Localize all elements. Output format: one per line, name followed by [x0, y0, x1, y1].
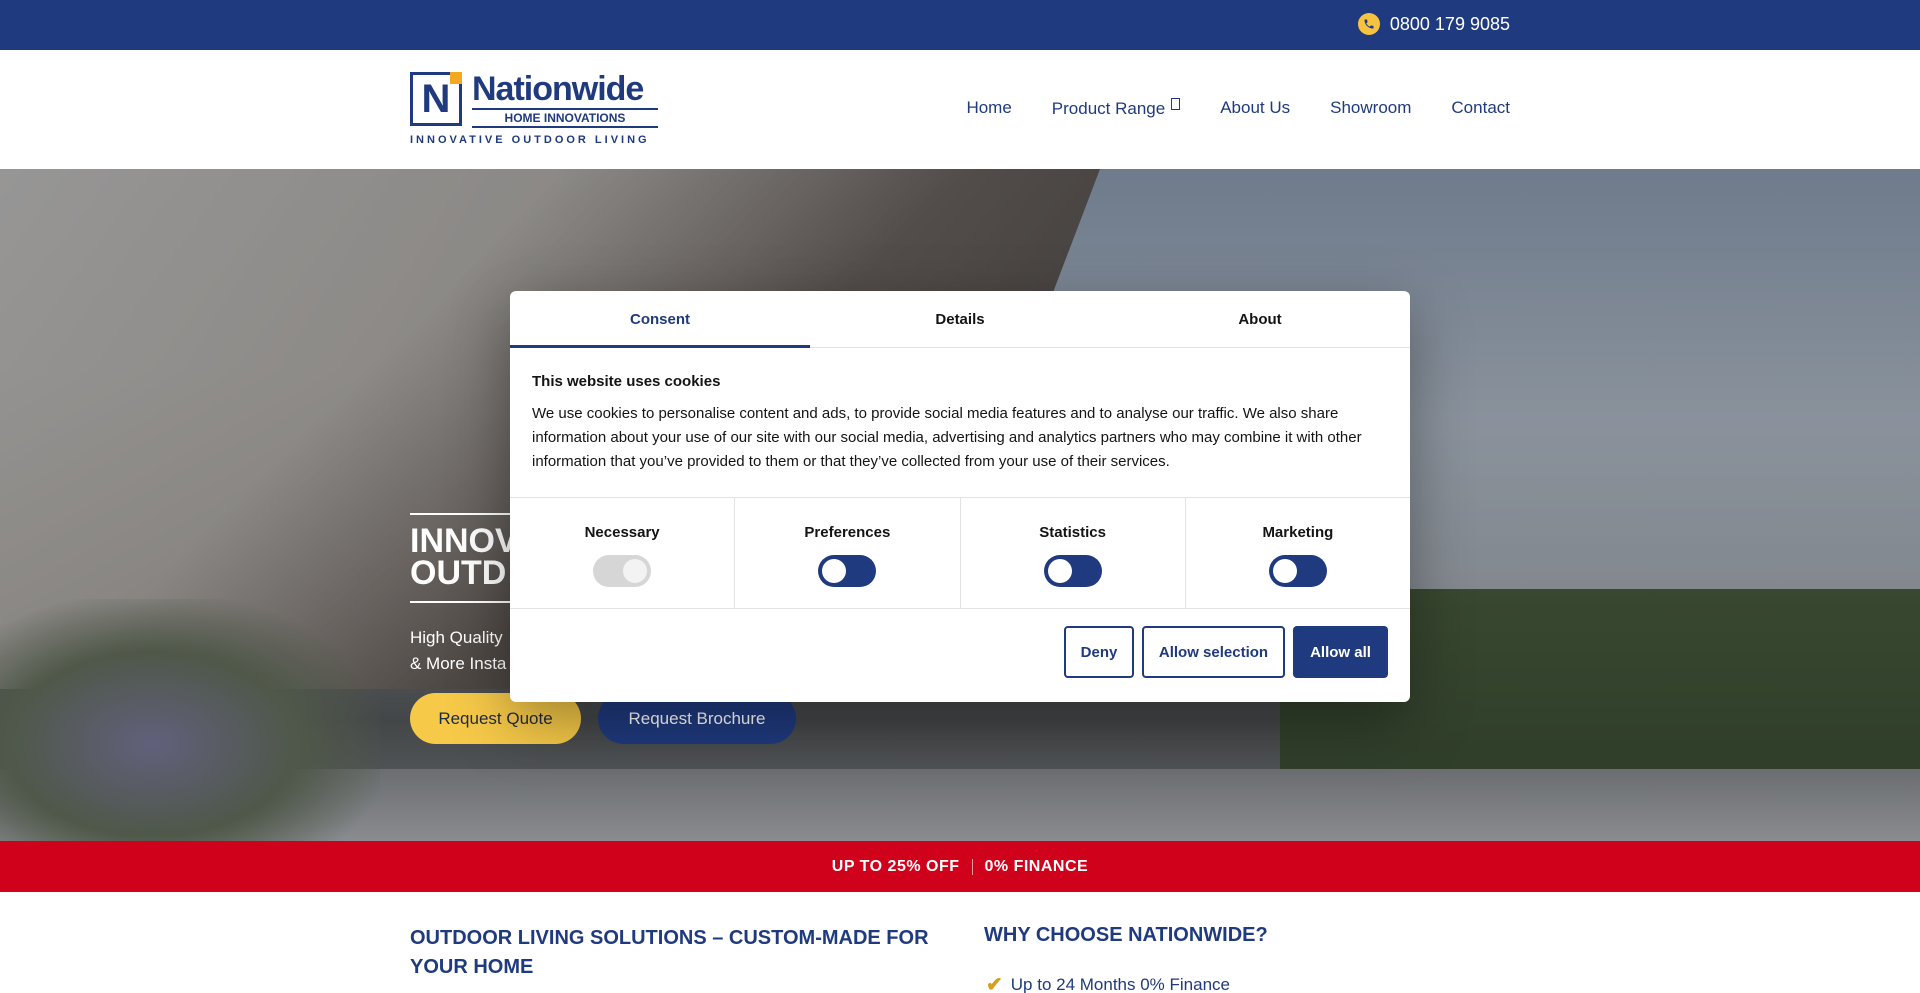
- toggle-necessary: Necessary: [510, 498, 736, 608]
- phone-number: 0800 179 9085: [1389, 13, 1510, 34]
- marketing-switch[interactable]: [1268, 555, 1327, 587]
- nav-home[interactable]: Home: [966, 98, 1011, 119]
- preferences-switch[interactable]: [818, 555, 877, 587]
- dialog-actions: Deny Allow selection Allow all: [1064, 626, 1388, 678]
- necessary-switch: [593, 555, 652, 587]
- toggle-marketing-label: Marketing: [1262, 524, 1334, 541]
- chevron-down-icon: [1171, 98, 1181, 110]
- tab-details[interactable]: Details: [810, 291, 1110, 347]
- toggle-preferences: Preferences: [735, 498, 961, 608]
- promo-finance: 0% FINANCE: [984, 857, 1089, 875]
- main-nav: Home Product Range About Us Showroom Con…: [966, 98, 1510, 119]
- nav-about-us[interactable]: About Us: [1220, 98, 1290, 119]
- tab-consent[interactable]: Consent: [510, 291, 810, 348]
- toggle-necessary-label: Necessary: [584, 524, 660, 541]
- toggle-statistics: Statistics: [961, 498, 1186, 608]
- nav-product-range[interactable]: Product Range: [1051, 98, 1181, 119]
- promo-divider: [971, 858, 973, 875]
- toggle-marketing: Marketing: [1186, 498, 1410, 608]
- benefit-item: ✔ Up to 24 Months 0% Finance: [986, 972, 1230, 993]
- deny-button[interactable]: Deny: [1064, 626, 1134, 678]
- allow-all-button[interactable]: Allow all: [1293, 626, 1388, 678]
- toggle-preferences-label: Preferences: [804, 524, 891, 541]
- logo-tagline: INNOVATIVE OUTDOOR LIVING: [410, 134, 650, 146]
- logo-subtitle: HOME INNOVATIONS: [472, 108, 658, 128]
- toggle-statistics-label: Statistics: [1039, 524, 1106, 541]
- allow-selection-button[interactable]: Allow selection: [1142, 626, 1285, 678]
- solutions-heading: OUTDOOR LIVING SOLUTIONS – CUSTOM-MADE F…: [410, 927, 929, 978]
- logo-name: Nationwide: [472, 70, 644, 108]
- nav-showroom[interactable]: Showroom: [1330, 98, 1411, 119]
- nav-product-range-label: Product Range: [1051, 99, 1166, 118]
- check-icon: ✔: [986, 974, 1003, 993]
- promo-bar: UP TO 25% OFF 0% FINANCE: [0, 841, 1920, 892]
- consent-toggles: Necessary Preferences Statistics Marketi…: [510, 497, 1410, 609]
- tab-about[interactable]: About: [1110, 291, 1410, 347]
- nav-contact[interactable]: Contact: [1451, 98, 1510, 119]
- phone-link[interactable]: 0800 179 9085: [1357, 13, 1510, 35]
- top-bar: 0800 179 9085: [0, 0, 1920, 50]
- dialog-tabs: Consent Details About: [510, 291, 1410, 348]
- statistics-switch[interactable]: [1043, 555, 1102, 587]
- dialog-title: This website uses cookies: [532, 373, 721, 390]
- logo[interactable]: N Nationwide HOME INNOVATIONS INNOVATIVE…: [410, 70, 660, 148]
- logo-mark: N: [410, 72, 462, 126]
- phone-icon: [1357, 13, 1380, 35]
- site-header: N Nationwide HOME INNOVATIONS INNOVATIVE…: [0, 50, 1920, 169]
- cookie-consent-dialog: Consent Details About This website uses …: [510, 291, 1410, 702]
- promo-discount: UP TO 25% OFF: [831, 857, 960, 875]
- why-choose-heading: WHY CHOOSE NATIONWIDE?: [984, 924, 1268, 946]
- dialog-body: We use cookies to personalise content an…: [532, 405, 1362, 470]
- benefit-text: Up to 24 Months 0% Finance: [1010, 974, 1230, 993]
